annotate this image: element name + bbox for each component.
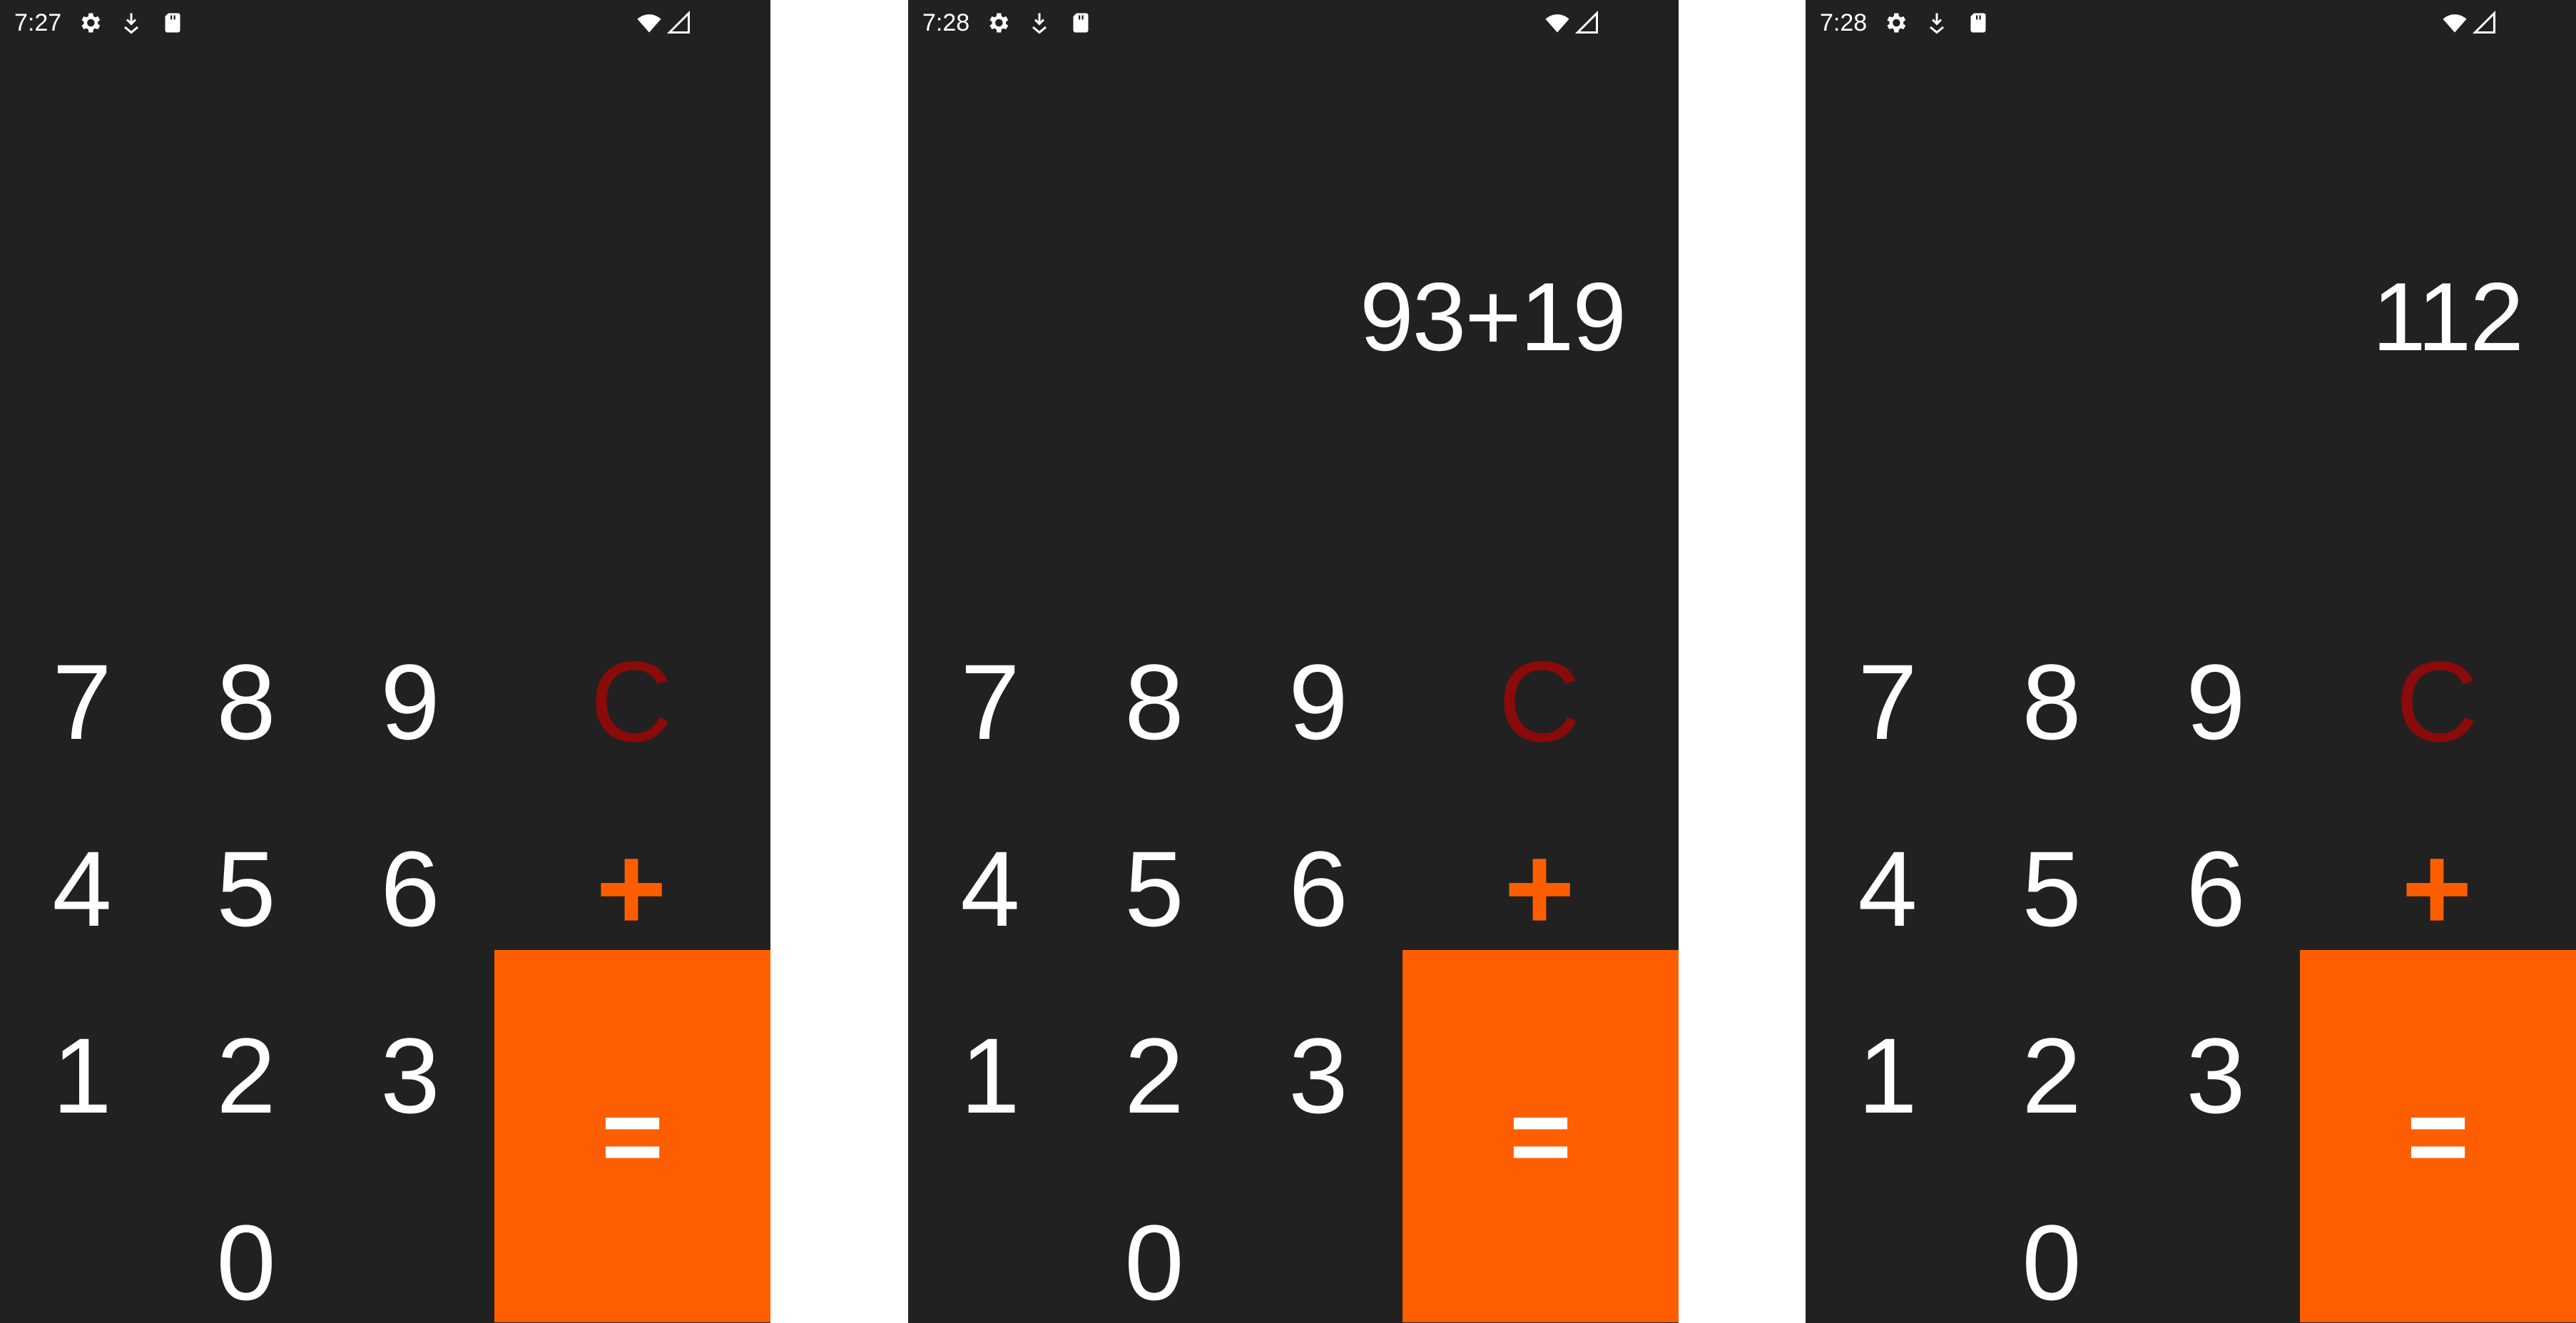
calculator-screen-2: 7:28 93+19 7 8 9 C 4 5 6 + 1 2 3 0 = bbox=[908, 0, 1679, 1323]
status-bar: 7:28 bbox=[908, 0, 1679, 46]
keypad: 7 8 9 C 4 5 6 + 1 2 3 0 = bbox=[1806, 609, 2576, 1323]
key-5[interactable]: 5 bbox=[164, 796, 328, 981]
key-6[interactable]: 6 bbox=[328, 796, 492, 981]
sd-card-icon bbox=[1965, 10, 1991, 36]
sd-card-icon bbox=[1068, 10, 1094, 36]
key-5[interactable]: 5 bbox=[1072, 796, 1236, 981]
display: 93+19 bbox=[908, 46, 1679, 609]
key-7[interactable]: 7 bbox=[1806, 609, 1970, 795]
gear-icon bbox=[1883, 10, 1908, 36]
status-time: 7:28 bbox=[922, 9, 970, 36]
download-icon bbox=[118, 10, 144, 36]
clear-button[interactable]: C bbox=[1425, 609, 1654, 795]
key-8[interactable]: 8 bbox=[164, 609, 328, 795]
key-4[interactable]: 4 bbox=[908, 796, 1072, 981]
key-2[interactable]: 2 bbox=[1072, 983, 1236, 1168]
keypad: 7 8 9 C 4 5 6 + 1 2 3 0 = bbox=[0, 609, 770, 1323]
key-4[interactable]: 4 bbox=[1806, 796, 1970, 981]
key-2[interactable]: 2 bbox=[1970, 983, 2134, 1168]
status-time: 7:27 bbox=[14, 9, 62, 36]
key-1[interactable]: 1 bbox=[0, 983, 164, 1168]
cell-signal-icon bbox=[1574, 10, 1600, 36]
wifi-icon bbox=[2442, 10, 2468, 36]
key-4[interactable]: 4 bbox=[0, 796, 164, 981]
equals-button[interactable]: = bbox=[1402, 950, 1679, 1322]
key-6[interactable]: 6 bbox=[1236, 796, 1400, 981]
status-bar: 7:27 bbox=[0, 0, 770, 46]
key-7[interactable]: 7 bbox=[0, 609, 164, 795]
key-6[interactable]: 6 bbox=[2134, 796, 2298, 981]
wifi-icon bbox=[1544, 10, 1570, 36]
key-3[interactable]: 3 bbox=[328, 983, 492, 1168]
display bbox=[0, 46, 770, 609]
key-1[interactable]: 1 bbox=[908, 983, 1072, 1168]
key-0[interactable]: 0 bbox=[1970, 1170, 2134, 1323]
wifi-icon bbox=[636, 10, 662, 36]
key-9[interactable]: 9 bbox=[2134, 609, 2298, 795]
key-2[interactable]: 2 bbox=[164, 983, 328, 1168]
cell-signal-icon bbox=[2472, 10, 2498, 36]
gear-icon bbox=[985, 10, 1011, 36]
equals-button[interactable]: = bbox=[494, 950, 770, 1322]
key-3[interactable]: 3 bbox=[1236, 983, 1400, 1168]
display-value: 112 bbox=[2372, 262, 2524, 371]
gear-icon bbox=[77, 10, 103, 36]
clear-button[interactable]: C bbox=[2323, 609, 2551, 795]
display: 112 bbox=[1806, 46, 2576, 609]
key-9[interactable]: 9 bbox=[328, 609, 492, 795]
key-5[interactable]: 5 bbox=[1970, 796, 2134, 981]
clear-button[interactable]: C bbox=[517, 609, 745, 795]
download-icon bbox=[1924, 10, 1950, 36]
key-0[interactable]: 0 bbox=[164, 1170, 328, 1323]
sd-card-icon bbox=[160, 10, 185, 36]
key-8[interactable]: 8 bbox=[1072, 609, 1236, 795]
keypad: 7 8 9 C 4 5 6 + 1 2 3 0 = bbox=[908, 609, 1679, 1323]
calculator-screen-3: 7:28 112 7 8 9 C 4 5 6 + 1 2 3 0 = bbox=[1806, 0, 2576, 1323]
key-7[interactable]: 7 bbox=[908, 609, 1072, 795]
display-value: 93+19 bbox=[1360, 262, 1626, 371]
key-9[interactable]: 9 bbox=[1236, 609, 1400, 795]
key-1[interactable]: 1 bbox=[1806, 983, 1970, 1168]
key-8[interactable]: 8 bbox=[1970, 609, 2134, 795]
download-icon bbox=[1027, 10, 1052, 36]
status-time: 7:28 bbox=[1820, 9, 1868, 36]
key-3[interactable]: 3 bbox=[2134, 983, 2298, 1168]
equals-button[interactable]: = bbox=[2300, 950, 2576, 1322]
key-0[interactable]: 0 bbox=[1072, 1170, 1236, 1323]
calculator-screen-1: 7:27 7 8 9 C 4 5 6 + 1 2 3 0 = bbox=[0, 0, 770, 1323]
status-bar: 7:28 bbox=[1806, 0, 2576, 46]
cell-signal-icon bbox=[666, 10, 692, 36]
